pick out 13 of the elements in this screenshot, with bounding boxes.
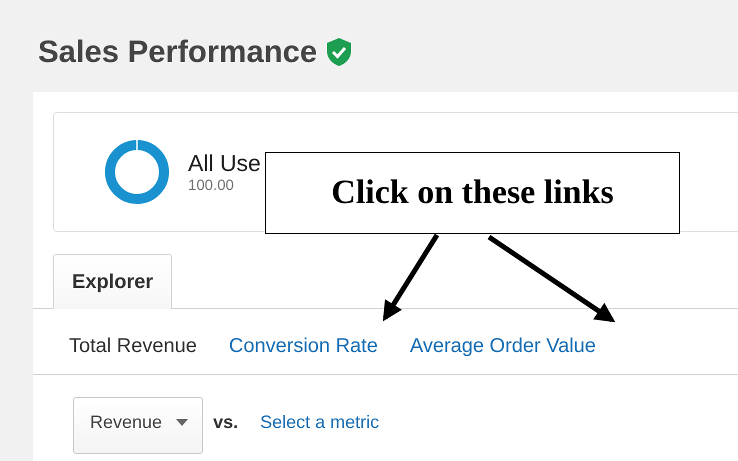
callout-box: Click on these links <box>265 152 680 234</box>
caret-icon <box>176 419 188 426</box>
metric-tab[interactable]: Total Revenue <box>69 335 197 358</box>
tab[interactable]: Explorer <box>53 254 172 309</box>
segment-share: 100.00 <box>188 177 235 194</box>
metric-link[interactable]: Average Order Value <box>410 335 596 358</box>
metric-dropdown[interactable]: Revenue <box>73 397 204 454</box>
segment-name: All Use <box>188 150 261 177</box>
page-title: Sales Performance <box>38 34 318 70</box>
select-metric-link[interactable]: Select a metric <box>260 412 380 433</box>
donut-chart-icon <box>104 139 170 205</box>
vs-label: vs. <box>213 412 238 433</box>
metric-link[interactable]: Conversion Rate <box>228 335 378 358</box>
